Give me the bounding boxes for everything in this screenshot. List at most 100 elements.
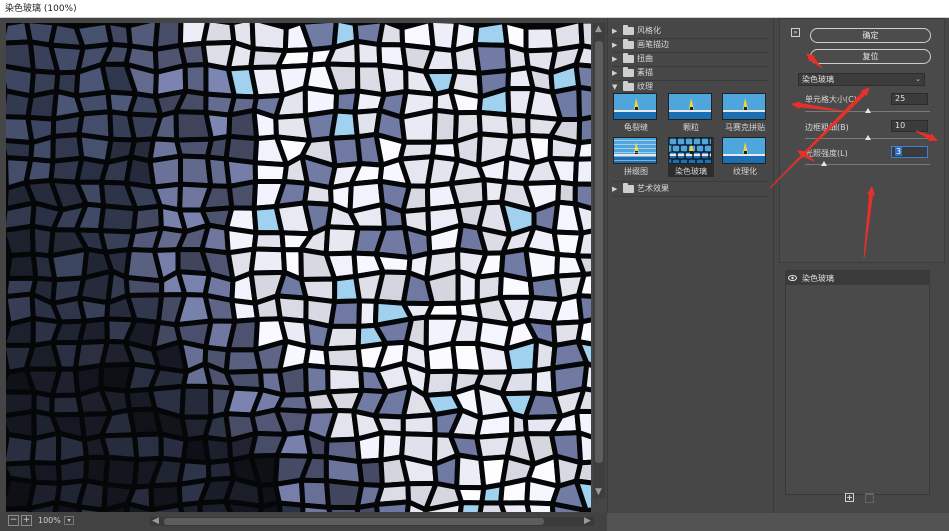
filter-label: 颗粒 [683, 123, 699, 132]
glass-cell [328, 298, 363, 329]
zoom-out-button[interactable]: − [8, 515, 19, 526]
glass-cell [576, 430, 591, 466]
horizontal-scrollbar[interactable]: ◀ ▶ [150, 516, 594, 526]
glass-cell [251, 107, 279, 142]
expand-triangle-icon[interactable]: ▶ [612, 69, 620, 77]
glass-cell [179, 383, 214, 420]
glass-cell [354, 430, 385, 465]
open-folder-icon [623, 80, 634, 91]
scroll-left-icon[interactable]: ◀ [152, 516, 159, 526]
filter-options: » 确定 复位 染色玻璃 ⌄ 单元格大小(C) 25 边框粗细(B) 10 光照… [779, 18, 945, 263]
glass-cell [276, 500, 306, 512]
filter-patchwork[interactable]: 拼缀图 [613, 137, 659, 177]
cell-size-input[interactable]: 25 [891, 93, 928, 105]
glass-cell [277, 362, 309, 398]
light-intensity-input[interactable]: 3 [891, 146, 928, 158]
folder-label: 风格化 [637, 26, 661, 35]
folder-icon [623, 52, 634, 63]
glass-cell [222, 498, 265, 512]
preview-bottom-bar: − + 100% ▾ ◀ ▶ [0, 512, 607, 531]
visibility-eye-icon[interactable] [786, 271, 799, 285]
folder-sketch[interactable]: ▶ 素描 [612, 66, 768, 79]
folder-icon [623, 38, 634, 49]
glass-cell [399, 107, 438, 145]
filter-label: 染色玻璃 [675, 167, 707, 176]
filter-craquelure[interactable]: 龟裂缝 [613, 93, 659, 133]
filter-grain[interactable]: 颗粒 [668, 93, 714, 133]
glass-cell [499, 368, 538, 397]
folder-icon [623, 24, 634, 35]
glass-cell [29, 430, 62, 466]
glass-cell [576, 114, 591, 146]
folder-stylize[interactable]: ▶ 风格化 [612, 24, 768, 37]
filter-thumbnail-image [613, 93, 657, 120]
preview-canvas[interactable] [6, 23, 591, 512]
expand-triangle-icon[interactable]: ▶ [612, 185, 620, 193]
settings-panel: » 确定 复位 染色玻璃 ⌄ 单元格大小(C) 25 边框粗细(B) 10 光照… [773, 18, 949, 513]
ok-button[interactable]: 确定 [810, 28, 931, 43]
filter-thumbnail-image [668, 93, 712, 120]
light-intensity-slider[interactable] [805, 161, 930, 166]
horizontal-scroll-thumb[interactable] [164, 518, 544, 525]
filter-label: 纹理化 [733, 167, 757, 176]
border-thickness-input[interactable]: 10 [891, 120, 928, 132]
border-thickness-slider[interactable] [805, 135, 930, 140]
glass-cell [574, 228, 591, 259]
glass-cell [132, 431, 164, 463]
expand-triangle-icon[interactable]: ▶ [612, 55, 620, 63]
reset-button[interactable]: 复位 [810, 49, 931, 64]
glass-cell [347, 201, 388, 231]
cell-size-slider-knob[interactable] [864, 108, 871, 113]
border-thickness-slider-knob[interactable] [864, 135, 871, 140]
folder-label: 扭曲 [637, 54, 653, 63]
filter-gallery-panel: ▶ 风格化 ▶ 画笔描边 ▶ 扭曲 ▶ 素描 ▼ 纹理 龟裂缝 颗粒 马赛克拼贴… [607, 18, 773, 513]
effect-layer-row[interactable]: 染色玻璃 [786, 271, 929, 285]
folder-label: 艺术效果 [637, 184, 669, 193]
glass-cell [177, 500, 203, 512]
glass-cell [498, 476, 531, 506]
filter-stained-glass[interactable]: 染色玻璃 [668, 137, 714, 177]
border-thickness-label: 边框粗细(B) [805, 123, 849, 132]
glass-cell [572, 156, 591, 187]
delete-effect-layer-icon[interactable] [865, 493, 874, 503]
glass-cell [576, 84, 591, 122]
collapse-gallery-button[interactable]: » [791, 28, 800, 37]
collapse-triangle-icon[interactable]: ▼ [612, 83, 620, 91]
new-effect-layer-icon[interactable] [845, 493, 854, 502]
folder-artistic[interactable]: ▶ 艺术效果 [612, 182, 768, 195]
glass-cell [497, 271, 535, 300]
folder-distort[interactable]: ▶ 扭曲 [612, 52, 768, 65]
filter-thumbnail-image [613, 137, 657, 164]
chevron-down-icon: ⌄ [915, 75, 921, 83]
folder-brush-strokes[interactable]: ▶ 画笔描边 [612, 38, 768, 51]
folder-icon [623, 66, 634, 77]
folder-texture[interactable]: ▼ 纹理 [612, 80, 768, 93]
vertical-scrollbar[interactable]: ▲ ▼ [593, 23, 605, 499]
expand-triangle-icon[interactable]: ▶ [612, 41, 620, 49]
filter-select[interactable]: 染色玻璃 ⌄ [798, 73, 925, 86]
effect-layer-name: 染色玻璃 [802, 273, 834, 283]
glass-cell [48, 246, 90, 283]
window-title: 染色玻璃 (100%) [0, 0, 949, 18]
scroll-up-icon[interactable]: ▲ [595, 24, 602, 34]
filter-thumbnail-image [668, 137, 712, 164]
zoom-in-button[interactable]: + [21, 515, 32, 526]
zoom-level[interactable]: 100% [38, 516, 61, 525]
scroll-right-icon[interactable]: ▶ [584, 516, 591, 526]
glass-cell [97, 203, 139, 235]
filter-texturizer[interactable]: 纹理化 [722, 137, 768, 177]
light-intensity-value: 3 [895, 147, 903, 156]
light-intensity-slider-knob[interactable] [820, 161, 827, 166]
zoom-dropdown-button[interactable]: ▾ [64, 516, 74, 525]
glass-cell [6, 315, 36, 348]
expand-triangle-icon[interactable]: ▶ [612, 27, 620, 35]
divider [612, 196, 768, 197]
filter-label: 龟裂缝 [624, 123, 648, 132]
cell-size-slider[interactable] [805, 108, 930, 113]
vertical-scroll-thumb[interactable] [595, 41, 603, 463]
scroll-down-icon[interactable]: ▼ [595, 487, 602, 497]
stained-glass-preview-image [6, 23, 591, 512]
folder-label: 纹理 [637, 82, 653, 91]
filter-mosaic-tiles[interactable]: 马赛克拼贴 [722, 93, 768, 133]
folder-icon [623, 182, 634, 193]
